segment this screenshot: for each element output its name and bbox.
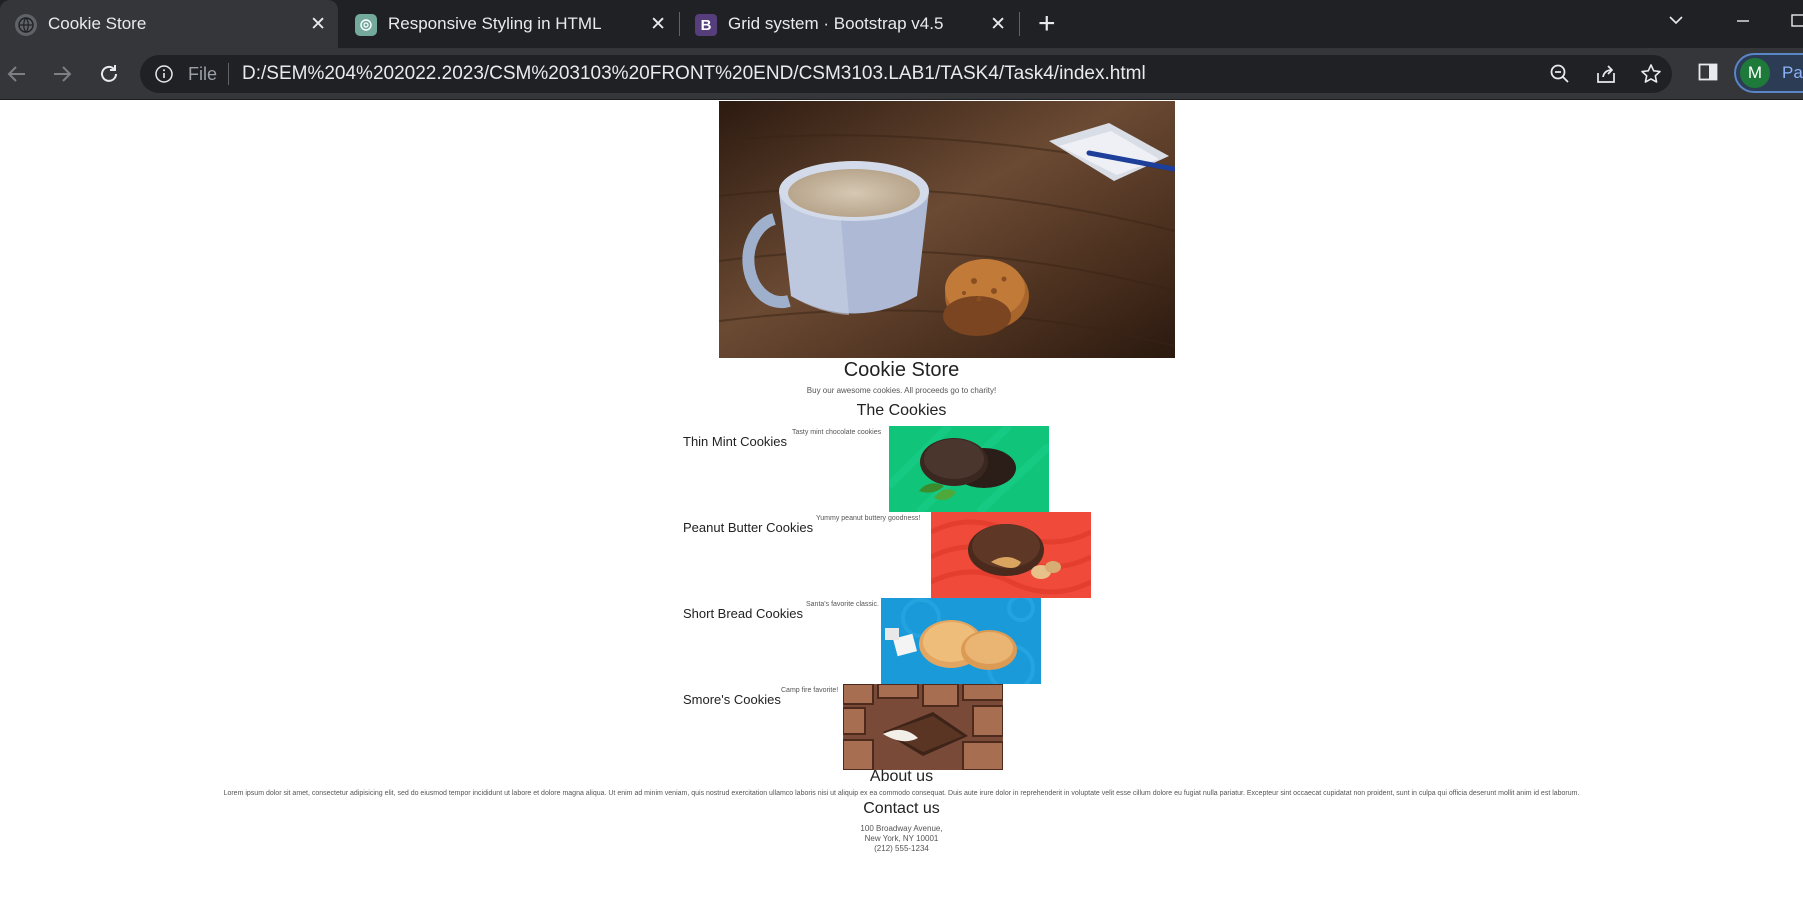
page-content: Cookie Store Buy our awesome cookies. Al… [0,101,1803,907]
bootstrap-icon: B [695,14,717,36]
new-tab-button[interactable]: + [1038,9,1056,39]
chatgpt-icon [355,14,377,36]
smores-cookie-image [843,684,1003,770]
bookmark-star-icon[interactable] [1640,63,1662,90]
close-icon[interactable]: ✕ [310,13,326,36]
profile-name: Pau [1782,63,1803,82]
share-icon[interactable] [1595,63,1617,90]
tab-strip: Cookie Store ✕ Responsive Styling in HTM… [0,0,1803,48]
zoom-out-icon[interactable] [1549,63,1571,90]
back-button[interactable] [3,60,31,88]
address-bar[interactable]: File D:/SEM%204%202022.2023/CSM%203103%2… [140,55,1672,93]
short-bread-cookie-image [881,598,1041,684]
cookies-heading: The Cookies [856,402,947,419]
reload-button[interactable] [95,60,123,88]
tab-bootstrap-grid[interactable]: B Grid system · Bootstrap v4.5 ✕ [680,0,1018,48]
divider [228,63,229,85]
url-text[interactable]: D:/SEM%204%202022.2023/CSM%203103%20FRON… [242,63,1146,85]
contact-address-line1: 100 Broadway Avenue, [860,824,943,833]
about-text: Lorem ipsum dolor sit amet, consectetur … [223,790,1580,797]
contact-phone: (212) 555-1234 [874,844,929,853]
cookie-description: Santa's favorite classic. [806,601,879,608]
scheme-label: File [188,64,218,84]
peanut-butter-cookie-image [931,512,1091,598]
globe-icon [15,14,37,36]
contact-heading: Contact us [863,800,940,817]
tab-cookie-store[interactable]: Cookie Store ✕ [0,0,338,48]
cookie-name: Smore's Cookies [683,692,781,707]
maximize-icon[interactable] [1790,12,1803,33]
close-icon[interactable]: ✕ [650,13,666,36]
thin-mint-cookie-image [889,426,1049,512]
cookie-description: Tasty mint chocolate cookies [792,429,882,436]
cookie-description: Yummy peanut buttery goodness! [816,515,921,522]
profile-button[interactable]: M Pau [1734,53,1803,93]
tab-title: Responsive Styling in HTML [388,14,602,33]
cookie-name: Short Bread Cookies [683,606,803,621]
tab-divider [1019,12,1020,36]
avatar: M [1740,58,1770,88]
toolbar: File D:/SEM%204%202022.2023/CSM%203103%2… [0,48,1803,100]
about-heading: About us [869,768,934,785]
side-panel-icon[interactable] [1697,61,1719,88]
info-icon[interactable] [154,64,174,89]
tab-title: Grid system · Bootstrap v4.5 [728,14,944,33]
page-subtitle: Buy our awesome cookies. All proceeds go… [806,386,997,395]
tab-title: Cookie Store [48,14,147,33]
cookie-name: Thin Mint Cookies [683,434,788,449]
tab-search-icon[interactable] [1668,12,1684,33]
minimize-icon[interactable] [1735,12,1751,33]
tab-responsive-styling[interactable]: Responsive Styling in HTML ✕ [340,0,678,48]
cookie-name: Peanut Butter Cookies [683,520,814,535]
page-title: Cookie Store [843,359,960,381]
cookie-description: Camp fire favorite! [781,687,839,694]
close-icon[interactable]: ✕ [990,13,1006,36]
hero-image [719,101,1175,358]
contact-address-line2: New York, NY 10001 [864,834,939,843]
forward-button[interactable] [48,60,76,88]
